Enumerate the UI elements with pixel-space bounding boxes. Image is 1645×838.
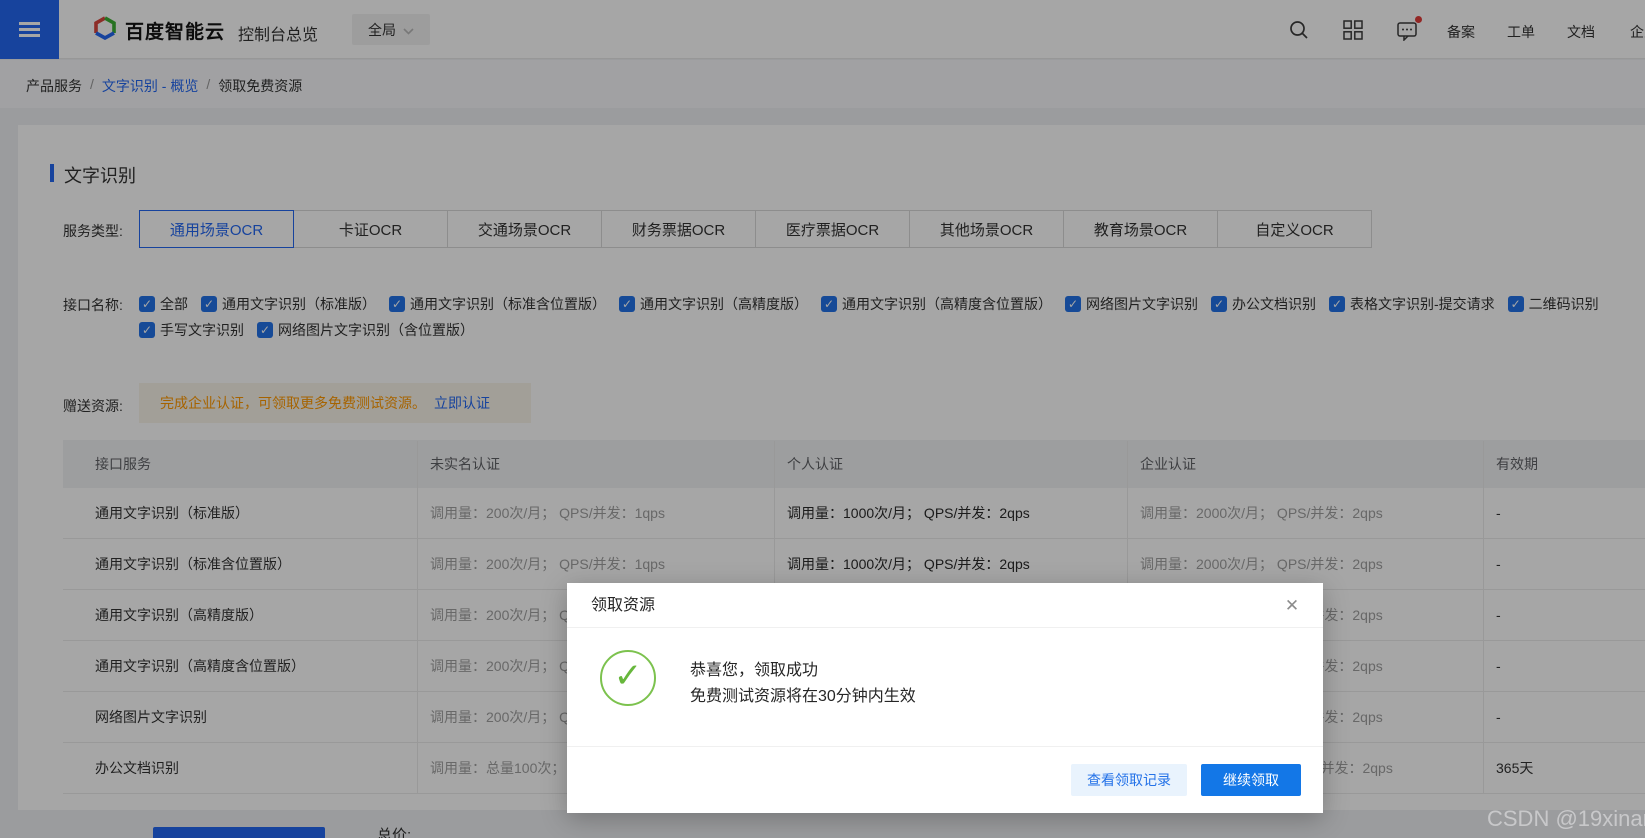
modal-success-message: 恭喜您，领取成功 <box>690 656 818 680</box>
claim-resource-modal: 领取资源 ✕ 恭喜您，领取成功 免费测试资源将在30分钟内生效 查看领取记录 继… <box>567 583 1323 813</box>
continue-claim-button[interactable]: 继续领取 <box>1201 764 1301 796</box>
csdn-watermark: CSDN @19xinan <box>1487 806 1645 832</box>
close-icon[interactable]: ✕ <box>1281 595 1303 617</box>
view-records-button[interactable]: 查看领取记录 <box>1071 764 1187 796</box>
modal-footer-divider <box>567 746 1323 747</box>
page-root: 百度智能云 控制台总览 全局 备案 工单 文档 企业 产品服务 / 文字识别 -… <box>0 0 1645 838</box>
modal-success-detail: 免费测试资源将在30分钟内生效 <box>690 682 916 706</box>
success-check-icon <box>600 650 656 706</box>
modal-title: 领取资源 <box>591 583 655 628</box>
modal-header: 领取资源 ✕ <box>567 583 1323 628</box>
